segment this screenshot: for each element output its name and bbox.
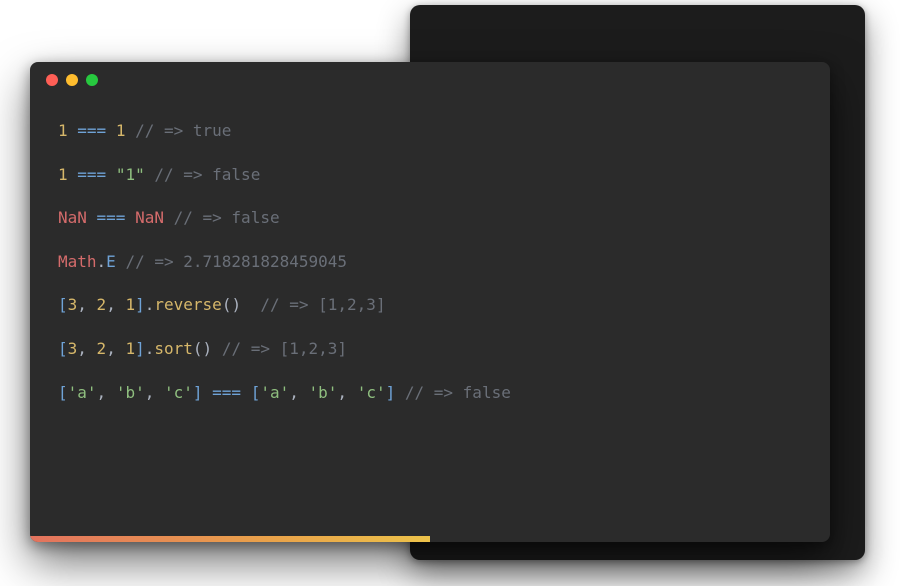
code-token: , — [106, 339, 125, 358]
code-token: 1 — [125, 295, 135, 314]
code-token — [241, 295, 260, 314]
progress-bar[interactable] — [30, 536, 430, 542]
code-token: ] — [135, 295, 145, 314]
code-token: // => false — [174, 208, 280, 227]
code-token: , — [77, 295, 96, 314]
code-token: NaN — [58, 208, 87, 227]
code-token: ] — [386, 383, 396, 402]
window-titlebar — [30, 62, 830, 98]
code-token: // => true — [135, 121, 231, 140]
code-token: ] — [193, 383, 203, 402]
code-token: 'c' — [357, 383, 386, 402]
code-token: 'c' — [164, 383, 193, 402]
code-token: NaN — [135, 208, 164, 227]
code-token — [116, 252, 126, 271]
code-token: , — [97, 383, 116, 402]
code-token: , — [77, 339, 96, 358]
code-token: === — [68, 121, 116, 140]
code-token: 3 — [68, 295, 78, 314]
code-line: 1 === "1" // => false — [58, 164, 802, 186]
code-token: 1 — [58, 165, 68, 184]
code-token: "1" — [116, 165, 145, 184]
minimize-icon[interactable] — [66, 74, 78, 86]
code-token — [125, 121, 135, 140]
code-token — [164, 208, 174, 227]
code-token: [ — [251, 383, 261, 402]
code-token: ] — [135, 339, 145, 358]
code-token: [ — [58, 383, 68, 402]
code-token: 1 — [125, 339, 135, 358]
code-token: [ — [58, 295, 68, 314]
code-token: () — [193, 339, 212, 358]
code-token: === — [68, 165, 116, 184]
code-token: , — [337, 383, 356, 402]
code-line: 1 === 1 // => true — [58, 120, 802, 142]
code-token: sort — [154, 339, 193, 358]
code-block: 1 === 1 // => true1 === "1" // => falseN… — [30, 98, 830, 536]
code-line: [3, 2, 1].reverse() // => [1,2,3] — [58, 294, 802, 316]
code-token: 3 — [68, 339, 78, 358]
code-token: E — [106, 252, 116, 271]
code-token: Math — [58, 252, 97, 271]
code-token: 'b' — [309, 383, 338, 402]
code-token: () — [222, 295, 241, 314]
code-token: 2 — [97, 295, 107, 314]
code-token: . — [97, 252, 107, 271]
close-icon[interactable] — [46, 74, 58, 86]
code-token: [ — [58, 339, 68, 358]
code-line: [3, 2, 1].sort() // => [1,2,3] — [58, 338, 802, 360]
code-token: 'a' — [68, 383, 97, 402]
code-editor-window: 1 === 1 // => true1 === "1" // => falseN… — [30, 62, 830, 542]
code-token: 'b' — [116, 383, 145, 402]
code-token: . — [145, 339, 155, 358]
code-token: 1 — [116, 121, 126, 140]
code-token: , — [145, 383, 164, 402]
code-token: 1 — [58, 121, 68, 140]
code-token: // => [1,2,3] — [222, 339, 347, 358]
code-token — [212, 339, 222, 358]
code-token: // => false — [154, 165, 260, 184]
code-line: NaN === NaN // => false — [58, 207, 802, 229]
code-token: . — [145, 295, 155, 314]
code-token: , — [289, 383, 308, 402]
code-line: ['a', 'b', 'c'] === ['a', 'b', 'c'] // =… — [58, 382, 802, 404]
code-token: // => [1,2,3] — [260, 295, 385, 314]
code-token — [395, 383, 405, 402]
code-token — [145, 165, 155, 184]
maximize-icon[interactable] — [86, 74, 98, 86]
code-token: , — [106, 295, 125, 314]
code-token: 'a' — [260, 383, 289, 402]
code-line: Math.E // => 2.718281828459045 — [58, 251, 802, 273]
code-token: // => false — [405, 383, 511, 402]
code-token: 2 — [97, 339, 107, 358]
code-token: === — [87, 208, 135, 227]
code-token: // => 2.718281828459045 — [125, 252, 347, 271]
code-token: reverse — [154, 295, 221, 314]
code-token: === — [203, 383, 251, 402]
